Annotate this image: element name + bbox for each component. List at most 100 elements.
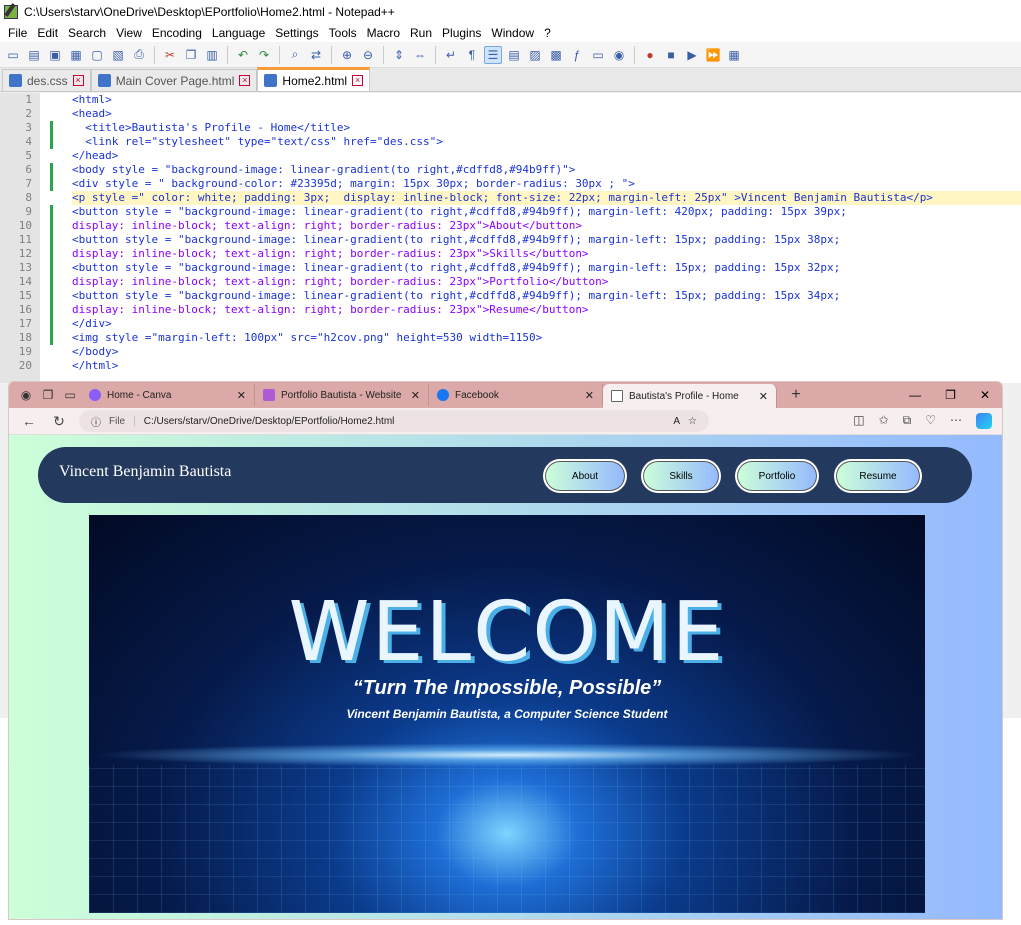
file-icon <box>97 74 111 87</box>
browser-tab-home[interactable]: Bautista's Profile - Home ✕ <box>603 384 777 408</box>
menu-macro[interactable]: Macro <box>365 26 408 40</box>
close-window-icon[interactable]: ✕ <box>980 388 990 402</box>
browser-tab-strip: ◉ ❐ ▭ Home - Canva ✕ Portfolio Bautista … <box>9 382 1002 408</box>
record-macro-icon[interactable]: ● <box>641 46 659 64</box>
close-tab-icon[interactable]: × <box>352 75 364 86</box>
save-all-icon[interactable]: ▦ <box>67 46 85 64</box>
menu-tools[interactable]: Tools <box>327 26 365 40</box>
play-macro-icon[interactable]: ▶ <box>683 46 701 64</box>
favorite-star-icon[interactable]: ☆ <box>688 416 709 427</box>
title-bar: C:\Users\starv\OneDrive\Desktop\EPortfol… <box>0 0 1021 24</box>
menu-edit[interactable]: Edit <box>35 26 66 40</box>
redo-icon[interactable]: ↷ <box>255 46 273 64</box>
folder-workspace-icon[interactable]: ▭ <box>589 46 607 64</box>
skills-button[interactable]: Skills <box>641 459 721 493</box>
back-icon[interactable]: ← <box>19 413 39 429</box>
close-all-icon[interactable]: ▧ <box>109 46 127 64</box>
save-macro-icon[interactable]: ▦ <box>725 46 743 64</box>
cut-icon[interactable]: ✂ <box>161 46 179 64</box>
open-file-icon[interactable]: ▤ <box>25 46 43 64</box>
page-icon <box>611 390 623 402</box>
menu-language[interactable]: Language <box>210 26 273 40</box>
indent-guide-icon[interactable]: ☰ <box>484 45 502 64</box>
line-number: 7 <box>25 177 32 190</box>
fold-margin[interactable] <box>56 93 70 383</box>
workspaces-icon[interactable]: ❐ <box>37 385 59 405</box>
menu-file[interactable]: File <box>6 26 35 40</box>
menu-encoding[interactable]: Encoding <box>150 26 210 40</box>
doc-list-icon[interactable]: ▩ <box>547 46 565 64</box>
site-owner-name: Vincent Benjamin Bautista <box>59 463 232 480</box>
close-icon[interactable]: ▢ <box>88 46 106 64</box>
menu-plugins[interactable]: Plugins <box>440 26 489 40</box>
code-editor[interactable]: 1 2 3 4 5 6 7 8 9 10 11 12 13 14 15 16 1… <box>0 93 1021 383</box>
close-tab-icon[interactable]: ✕ <box>237 389 246 402</box>
line-number: 19 <box>18 345 32 358</box>
monitoring-icon[interactable]: ◉ <box>610 46 628 64</box>
favorites-icon[interactable]: ✩ <box>879 413 889 429</box>
replace-icon[interactable]: ⇄ <box>307 46 325 64</box>
about-button[interactable]: About <box>543 459 627 493</box>
save-icon[interactable]: ▣ <box>46 46 64 64</box>
browser-tab-portfolio[interactable]: Portfolio Bautista - Website ✕ <box>255 384 429 406</box>
cover-quote: “Turn The Impossible, Possible” <box>352 677 662 699</box>
undo-icon[interactable]: ↶ <box>234 46 252 64</box>
address-bar[interactable]: ⓘ File | C:/Users/starv/OneDrive/Desktop… <box>79 410 709 432</box>
close-tab-icon[interactable]: × <box>239 75 251 86</box>
code-content[interactable]: <html> <head> <title>Bautista's Profile … <box>72 93 1021 373</box>
collections-icon[interactable]: ⧉ <box>903 413 912 429</box>
browser-tab-facebook[interactable]: Facebook ✕ <box>429 384 603 406</box>
tab-des-css[interactable]: des.css × <box>2 69 91 91</box>
zoom-in-icon[interactable]: ⊕ <box>338 46 356 64</box>
close-tab-icon[interactable]: × <box>72 75 84 86</box>
menu-run[interactable]: Run <box>408 26 440 40</box>
light-beam <box>89 743 925 767</box>
new-file-icon[interactable]: ▭ <box>4 46 22 64</box>
sync-horizontal-icon[interactable]: ⇔ <box>411 46 429 64</box>
menu-view[interactable]: View <box>114 26 150 40</box>
portfolio-button[interactable]: Portfolio <box>735 459 819 493</box>
refresh-icon[interactable]: ↻ <box>49 413 69 430</box>
split-screen-icon[interactable]: ◫ <box>853 413 864 429</box>
paste-icon[interactable]: ▥ <box>203 46 221 64</box>
code-line-current: <p style =" color: white; padding: 3px; … <box>72 191 1021 205</box>
function-list-icon[interactable]: ƒ <box>568 46 586 64</box>
profile-icon[interactable]: ◉ <box>15 385 37 405</box>
browser-tab-canva[interactable]: Home - Canva ✕ <box>81 384 255 406</box>
read-aloud-icon[interactable]: A <box>673 416 680 427</box>
show-all-chars-icon[interactable]: ¶ <box>463 46 481 64</box>
new-tab-button[interactable]: + <box>785 385 807 405</box>
copy-icon[interactable]: ❐ <box>182 46 200 64</box>
menu-search[interactable]: Search <box>66 26 114 40</box>
close-tab-icon[interactable]: ✕ <box>585 389 594 402</box>
tab-home2[interactable]: Home2.html × <box>257 67 371 91</box>
minimize-icon[interactable]: — <box>909 388 921 402</box>
site-header: Vincent Benjamin Bautista About Skills P… <box>38 447 972 503</box>
browser-essentials-icon[interactable]: ♡ <box>925 413 936 429</box>
more-icon[interactable]: ⋯ <box>950 413 962 429</box>
find-icon[interactable]: ⌕ <box>286 46 304 64</box>
restore-icon[interactable]: ❐ <box>945 388 956 402</box>
close-tab-icon[interactable]: ✕ <box>411 389 420 402</box>
menu-help[interactable]: ? <box>542 26 559 40</box>
zoom-out-icon[interactable]: ⊖ <box>359 46 377 64</box>
code-line: </html> <box>72 359 119 372</box>
line-number: 18 <box>18 331 32 344</box>
sync-vertical-icon[interactable]: ⇕ <box>390 46 408 64</box>
print-icon[interactable]: ⎙ <box>130 46 148 64</box>
stop-macro-icon[interactable]: ■ <box>662 46 680 64</box>
udl-icon[interactable]: ▤ <box>505 46 523 64</box>
close-tab-icon[interactable]: ✕ <box>759 390 768 403</box>
tab-main-cover-page[interactable]: Main Cover Page.html × <box>90 69 258 91</box>
line-number: 14 <box>18 275 32 288</box>
resume-button[interactable]: Resume <box>834 459 922 493</box>
browser-tab-label: Portfolio Bautista - Website <box>281 389 402 401</box>
word-wrap-icon[interactable]: ↵ <box>442 46 460 64</box>
menu-settings[interactable]: Settings <box>273 26 326 40</box>
doc-map-icon[interactable]: ▨ <box>526 46 544 64</box>
run-macro-multiple-icon[interactable]: ⏩ <box>704 46 722 64</box>
tab-actions-icon[interactable]: ▭ <box>59 385 81 405</box>
menu-window[interactable]: Window <box>489 26 542 40</box>
code-line: </div> <box>72 317 112 330</box>
copilot-icon[interactable] <box>976 413 992 429</box>
